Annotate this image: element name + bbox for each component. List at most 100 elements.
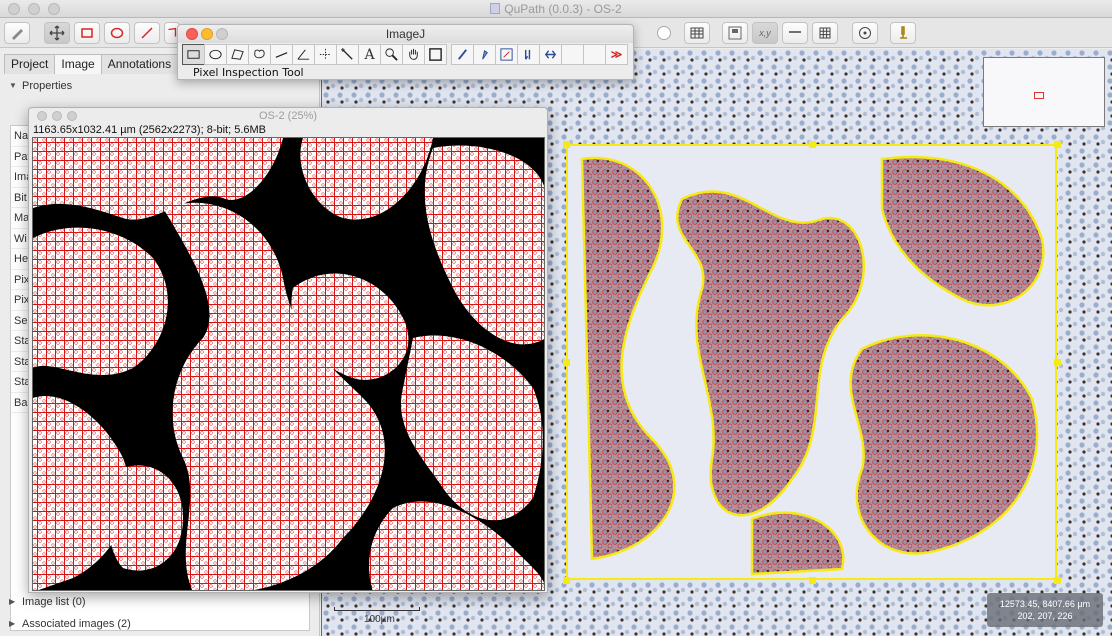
text-icon: A bbox=[364, 46, 375, 63]
overview-thumbnail[interactable] bbox=[983, 57, 1105, 127]
ij-freehand-tool[interactable] bbox=[248, 44, 271, 65]
show-coordinates-button[interactable]: x,y bbox=[752, 22, 778, 44]
binary-image-canvas[interactable] bbox=[32, 137, 545, 591]
binary-cell-mask bbox=[33, 138, 544, 590]
ij-point-tool[interactable] bbox=[314, 44, 337, 65]
brush-tool-button[interactable] bbox=[4, 22, 30, 44]
os2-zoom-button[interactable] bbox=[67, 111, 77, 121]
annotation-handle[interactable] bbox=[563, 141, 570, 148]
ij-blank-slot-2[interactable] bbox=[583, 44, 606, 65]
show-scalebar-button[interactable] bbox=[782, 22, 808, 44]
os2-image-window: OS-2 (25%) 1163.65x1032.41 µm (2562x2273… bbox=[28, 107, 548, 593]
rectangle-tool-button[interactable] bbox=[74, 22, 100, 44]
rectangle-annotation[interactable] bbox=[566, 144, 1057, 580]
angle-icon bbox=[297, 49, 310, 60]
imagej-tools: A ≫ bbox=[182, 44, 628, 66]
scalebar-label: 100µm bbox=[364, 614, 395, 625]
wand-icon bbox=[340, 47, 353, 60]
straight-line-icon bbox=[275, 52, 288, 58]
scalebar bbox=[334, 607, 420, 611]
ij-angle-tool[interactable] bbox=[292, 44, 315, 65]
document-icon bbox=[490, 3, 501, 14]
brush-icon bbox=[12, 29, 23, 40]
microscope-icon bbox=[900, 26, 907, 39]
ij-hand-tool[interactable] bbox=[402, 44, 425, 65]
ij-rectangle-tool[interactable] bbox=[182, 44, 205, 65]
pixel-inspection-icon bbox=[500, 48, 513, 61]
show-grid-button[interactable] bbox=[812, 22, 838, 44]
show-overview-button[interactable] bbox=[722, 22, 748, 44]
rectangle-icon bbox=[187, 50, 200, 59]
annotation-handle[interactable] bbox=[563, 359, 570, 366]
ellipse-tool-button[interactable] bbox=[104, 22, 130, 44]
line-tool-button[interactable] bbox=[134, 22, 160, 44]
freehand-icon bbox=[254, 49, 265, 59]
opacity-slider-knob[interactable] bbox=[657, 26, 671, 40]
brush-icon bbox=[482, 49, 488, 60]
imagej-window: ImageJ A ≫ Pixel Inspection Tool bbox=[177, 24, 634, 80]
ij-polygon-tool[interactable] bbox=[226, 44, 249, 65]
line-icon bbox=[141, 27, 153, 39]
color-picker-icon bbox=[429, 48, 442, 61]
ij-color-picker-tool[interactable] bbox=[424, 44, 447, 65]
annotation-handle[interactable] bbox=[809, 141, 816, 148]
os2-close-button[interactable] bbox=[37, 111, 47, 121]
brightness-contrast-button[interactable] bbox=[890, 22, 916, 44]
pencil-icon bbox=[458, 49, 467, 60]
arrow-icon bbox=[524, 49, 531, 60]
pixel-rgb-values: 202, 207, 226 bbox=[1017, 611, 1073, 621]
annotation-handle[interactable] bbox=[563, 577, 570, 584]
move-icon bbox=[49, 25, 65, 41]
ij-oval-tool[interactable] bbox=[204, 44, 227, 65]
ij-arrow-tool[interactable] bbox=[517, 44, 540, 65]
tab-image[interactable]: Image bbox=[54, 54, 102, 74]
imagej-title-bar: ImageJ bbox=[178, 25, 633, 43]
ij-wand-tool[interactable] bbox=[336, 44, 359, 65]
ij-text-tool[interactable]: A bbox=[358, 44, 381, 65]
hand-icon bbox=[409, 48, 418, 60]
ij-pencil-tool[interactable] bbox=[451, 44, 474, 65]
os2-image-info: 1163.65x1032.41 µm (2562x2273); 8-bit; 5… bbox=[33, 124, 267, 136]
ij-magnifier-tool[interactable] bbox=[380, 44, 403, 65]
annotation-handle[interactable] bbox=[1054, 359, 1061, 366]
imagej-zoom-button[interactable] bbox=[216, 28, 228, 40]
measurement-table-button[interactable] bbox=[684, 22, 710, 44]
annotation-handle[interactable] bbox=[809, 577, 816, 584]
ij-blank-slot-1[interactable] bbox=[561, 44, 584, 65]
oval-icon bbox=[209, 49, 222, 60]
main-title-bar: QuPath (0.0.3) - OS-2 bbox=[0, 0, 1112, 18]
ij-line-tool[interactable] bbox=[270, 44, 293, 65]
ellipse-icon bbox=[110, 27, 124, 39]
image-list-header[interactable]: ▶ Image list (0) bbox=[0, 592, 320, 612]
imagej-close-button[interactable] bbox=[186, 28, 198, 40]
os2-title-bar: OS-2 (25%) bbox=[29, 108, 547, 125]
tab-annotations[interactable]: Annotations bbox=[100, 54, 179, 74]
imagej-status: Pixel Inspection Tool bbox=[193, 66, 304, 79]
annotation-handle[interactable] bbox=[1054, 577, 1061, 584]
ij-brush-tool[interactable] bbox=[473, 44, 496, 65]
point-icon bbox=[319, 48, 332, 61]
expanded-triangle-icon: ▼ bbox=[9, 81, 17, 90]
show-overview-icon bbox=[728, 26, 742, 40]
polygon-icon bbox=[231, 49, 244, 60]
table-icon bbox=[690, 27, 704, 39]
coordinates-microns: 12573.45, 8407.66 µm bbox=[999, 599, 1091, 609]
panel-tabs: Project Image Annotations Hi bbox=[4, 54, 203, 74]
window-title: QuPath (0.0.3) - OS-2 bbox=[504, 2, 622, 16]
annotation-handle[interactable] bbox=[1054, 141, 1061, 148]
os2-minimize-button[interactable] bbox=[52, 111, 62, 121]
move-tool-button[interactable] bbox=[44, 22, 70, 44]
flood-fill-icon bbox=[544, 50, 557, 59]
more-icon: ≫ bbox=[610, 49, 623, 61]
coordinates-icon: x,y bbox=[759, 28, 771, 38]
zoom-to-fit-button[interactable] bbox=[852, 22, 878, 44]
ij-more-tools-button[interactable]: ≫ bbox=[605, 44, 628, 65]
tab-project[interactable]: Project bbox=[4, 54, 56, 74]
collapsed-triangle-icon: ▶ bbox=[9, 619, 16, 628]
imagej-minimize-button[interactable] bbox=[201, 28, 213, 40]
ij-pixel-inspection-tool[interactable] bbox=[495, 44, 518, 65]
associated-images-header[interactable]: ▶ Associated images (2) bbox=[0, 614, 320, 634]
ij-flood-fill-tool[interactable] bbox=[539, 44, 562, 65]
os2-title: OS-2 (25%) bbox=[258, 110, 318, 122]
cursor-coordinates: 12573.45, 8407.66 µm 202, 207, 226 bbox=[987, 593, 1103, 627]
